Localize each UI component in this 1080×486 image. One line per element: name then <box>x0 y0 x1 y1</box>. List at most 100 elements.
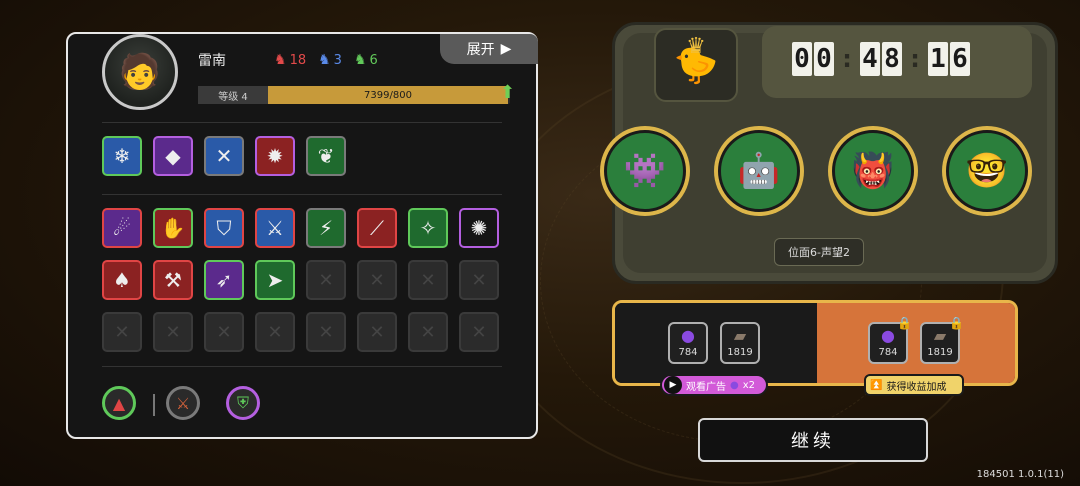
hero-stat: ♞ 18 <box>274 52 306 68</box>
green-leaf-icon[interactable]: ❦ <box>306 136 346 176</box>
hero-avatar[interactable]: 🧑 <box>102 34 178 110</box>
reward-item[interactable]: ▰ 1819 <box>720 322 760 364</box>
empty-slot[interactable]: ✕ <box>306 312 346 352</box>
book-icon: ▰ <box>733 326 747 345</box>
enemy-portrait[interactable]: 🤖 <box>714 126 804 216</box>
expand-button[interactable]: 展开 ▶ <box>440 34 538 64</box>
lock-icon: 🔒 <box>897 316 912 330</box>
divider <box>102 366 502 367</box>
bomb-skill-icon[interactable]: ✺ <box>459 208 499 248</box>
robot-helmet-portrait: 🤖 <box>718 130 800 212</box>
timer-pair: 48 <box>860 42 902 76</box>
continue-label: 继续 <box>791 431 835 452</box>
red-eyed-insect-portrait: 👾 <box>604 130 686 212</box>
blue-shield-skill-icon[interactable]: ⛉ <box>204 208 244 248</box>
enemy-portrait[interactable]: 🤓 <box>942 126 1032 216</box>
chevron-up-icon: ⏫ <box>870 379 883 391</box>
empty-slot[interactable]: ✕ <box>459 260 499 300</box>
empty-slot[interactable]: ✕ <box>357 260 397 300</box>
continue-button[interactable]: 继续 <box>698 418 928 462</box>
level-up-arrow-icon[interactable]: ⬆ <box>500 82 515 103</box>
crossed-blades-icon[interactable]: ✕ <box>204 136 244 176</box>
purple-orb-icon: ● <box>881 326 895 345</box>
book-icon: ▰ <box>933 326 947 345</box>
empty-slot[interactable]: ✕ <box>459 312 499 352</box>
green-crystal-skill-icon[interactable]: ✧ <box>408 208 448 248</box>
empty-slot[interactable]: ✕ <box>204 312 244 352</box>
reward-value: 1819 <box>727 347 753 358</box>
glasses-kid-portrait: 🤓 <box>946 130 1028 212</box>
reward-item[interactable]: ▰ 1819 🔒 <box>920 316 964 364</box>
timer-pair: 00 <box>792 42 834 76</box>
green-shield-icon[interactable]: ⛨ <box>226 386 260 420</box>
exp-text: 7399/800 <box>364 89 412 101</box>
reward-item[interactable]: ● 784 🔒 <box>868 316 912 364</box>
hero-name: 雷南 <box>198 53 226 69</box>
lock-icon: 🔒 <box>949 316 964 330</box>
blue-strike-skill-icon[interactable]: ⚔ <box>255 208 295 248</box>
bonus-rewards <box>817 303 1015 383</box>
reward-item[interactable]: ● 784 <box>668 322 708 364</box>
timer-digit: 8 <box>882 42 902 76</box>
bonus-button[interactable]: ⏫ 获得收益加成 <box>864 374 964 396</box>
red-arrow-skill-icon[interactable]: ➤ <box>255 260 295 300</box>
ad-label: 观看广告 <box>686 381 726 393</box>
red-fang-skill-icon[interactable]: ♠ <box>102 260 142 300</box>
empty-slot[interactable]: ✕ <box>255 312 295 352</box>
timer-digit: 1 <box>928 42 948 76</box>
purple-orb-icon: ● <box>730 379 739 391</box>
timer-digit: 0 <box>814 42 834 76</box>
red-triangle-icon[interactable]: ▲ <box>102 386 136 420</box>
red-demon-icon: ♞ <box>274 52 287 68</box>
expand-label: 展开 <box>466 42 495 58</box>
level-label: 等级 4 <box>198 86 268 104</box>
divider <box>102 122 502 123</box>
play-arrow-icon: ▶ <box>500 41 512 57</box>
empty-slot[interactable]: ✕ <box>408 260 448 300</box>
empty-slot[interactable]: ✕ <box>357 312 397 352</box>
hero-stat: ♞ 6 <box>354 52 378 68</box>
version-text: 184501 1.0.1(11) <box>976 469 1064 480</box>
timer-digit: 4 <box>860 42 880 76</box>
enemy-portrait[interactable]: 👾 <box>600 126 690 216</box>
violet-gem-icon[interactable]: ◆ <box>153 136 193 176</box>
blue-demon-icon: ♞ <box>318 52 331 68</box>
empty-slot[interactable]: ✕ <box>306 260 346 300</box>
empty-slot[interactable]: ✕ <box>102 312 142 352</box>
level-bar: 等级 4 7399/800 <box>198 86 510 104</box>
hero-stats: ♞ 18 ♞ 3 ♞ 6 <box>274 52 378 68</box>
timer-digit: 0 <box>792 42 812 76</box>
hooded-red-creature-portrait: 👹 <box>832 130 914 212</box>
ad-multiplier: x2 <box>742 379 756 391</box>
base-rewards <box>615 303 817 383</box>
hero-stat: ♞ 3 <box>318 52 342 68</box>
green-demon-icon: ♞ <box>353 52 367 68</box>
empty-slot[interactable]: ✕ <box>408 312 448 352</box>
timer: 00:48:16 <box>762 26 1032 98</box>
red-slash-skill-icon[interactable]: ⟋ <box>357 208 397 248</box>
crown-icon: ♛ <box>686 34 706 59</box>
timer-pair: 16 <box>928 42 970 76</box>
enemy-portrait[interactable]: 👹 <box>828 126 918 216</box>
crown-button[interactable]: ♛ 🐤 <box>654 28 738 102</box>
stat-value: 3 <box>333 52 342 68</box>
play-icon: ▶ <box>664 376 682 394</box>
timer-digit: 6 <box>950 42 970 76</box>
hero-panel: 🧑 雷南 ♞ 18 ♞ 3 ♞ 6 展开 ▶ 等级 4 7399/800 ⬆ ❄ ◆ ✕ ✹ ❦ … <box>66 32 538 439</box>
stat-value: 18 <box>289 52 307 68</box>
green-spikes-skill-icon[interactable]: ⚡ <box>306 208 346 248</box>
timer-colon: : <box>842 45 852 73</box>
watch-ad-button[interactable]: ▶ 观看广告 ● x2 <box>660 374 768 396</box>
purple-arrow-skill-icon[interactable]: ➶ <box>204 260 244 300</box>
separator <box>153 394 155 416</box>
bonus-label: 获得收益加成 <box>886 381 947 393</box>
purple-beast-skill-icon[interactable]: ☄ <box>102 208 142 248</box>
reward-value: 1819 <box>927 347 953 358</box>
mech-crab-icon[interactable]: ✹ <box>255 136 295 176</box>
ice-spire-icon[interactable]: ❄ <box>102 136 142 176</box>
red-claw-skill-icon[interactable]: ✋ <box>153 208 193 248</box>
red-sword-icon[interactable]: ⚔ <box>166 386 200 420</box>
reward-value: 784 <box>878 347 898 358</box>
empty-slot[interactable]: ✕ <box>153 312 193 352</box>
red-axe-skill-icon[interactable]: ⚒ <box>153 260 193 300</box>
